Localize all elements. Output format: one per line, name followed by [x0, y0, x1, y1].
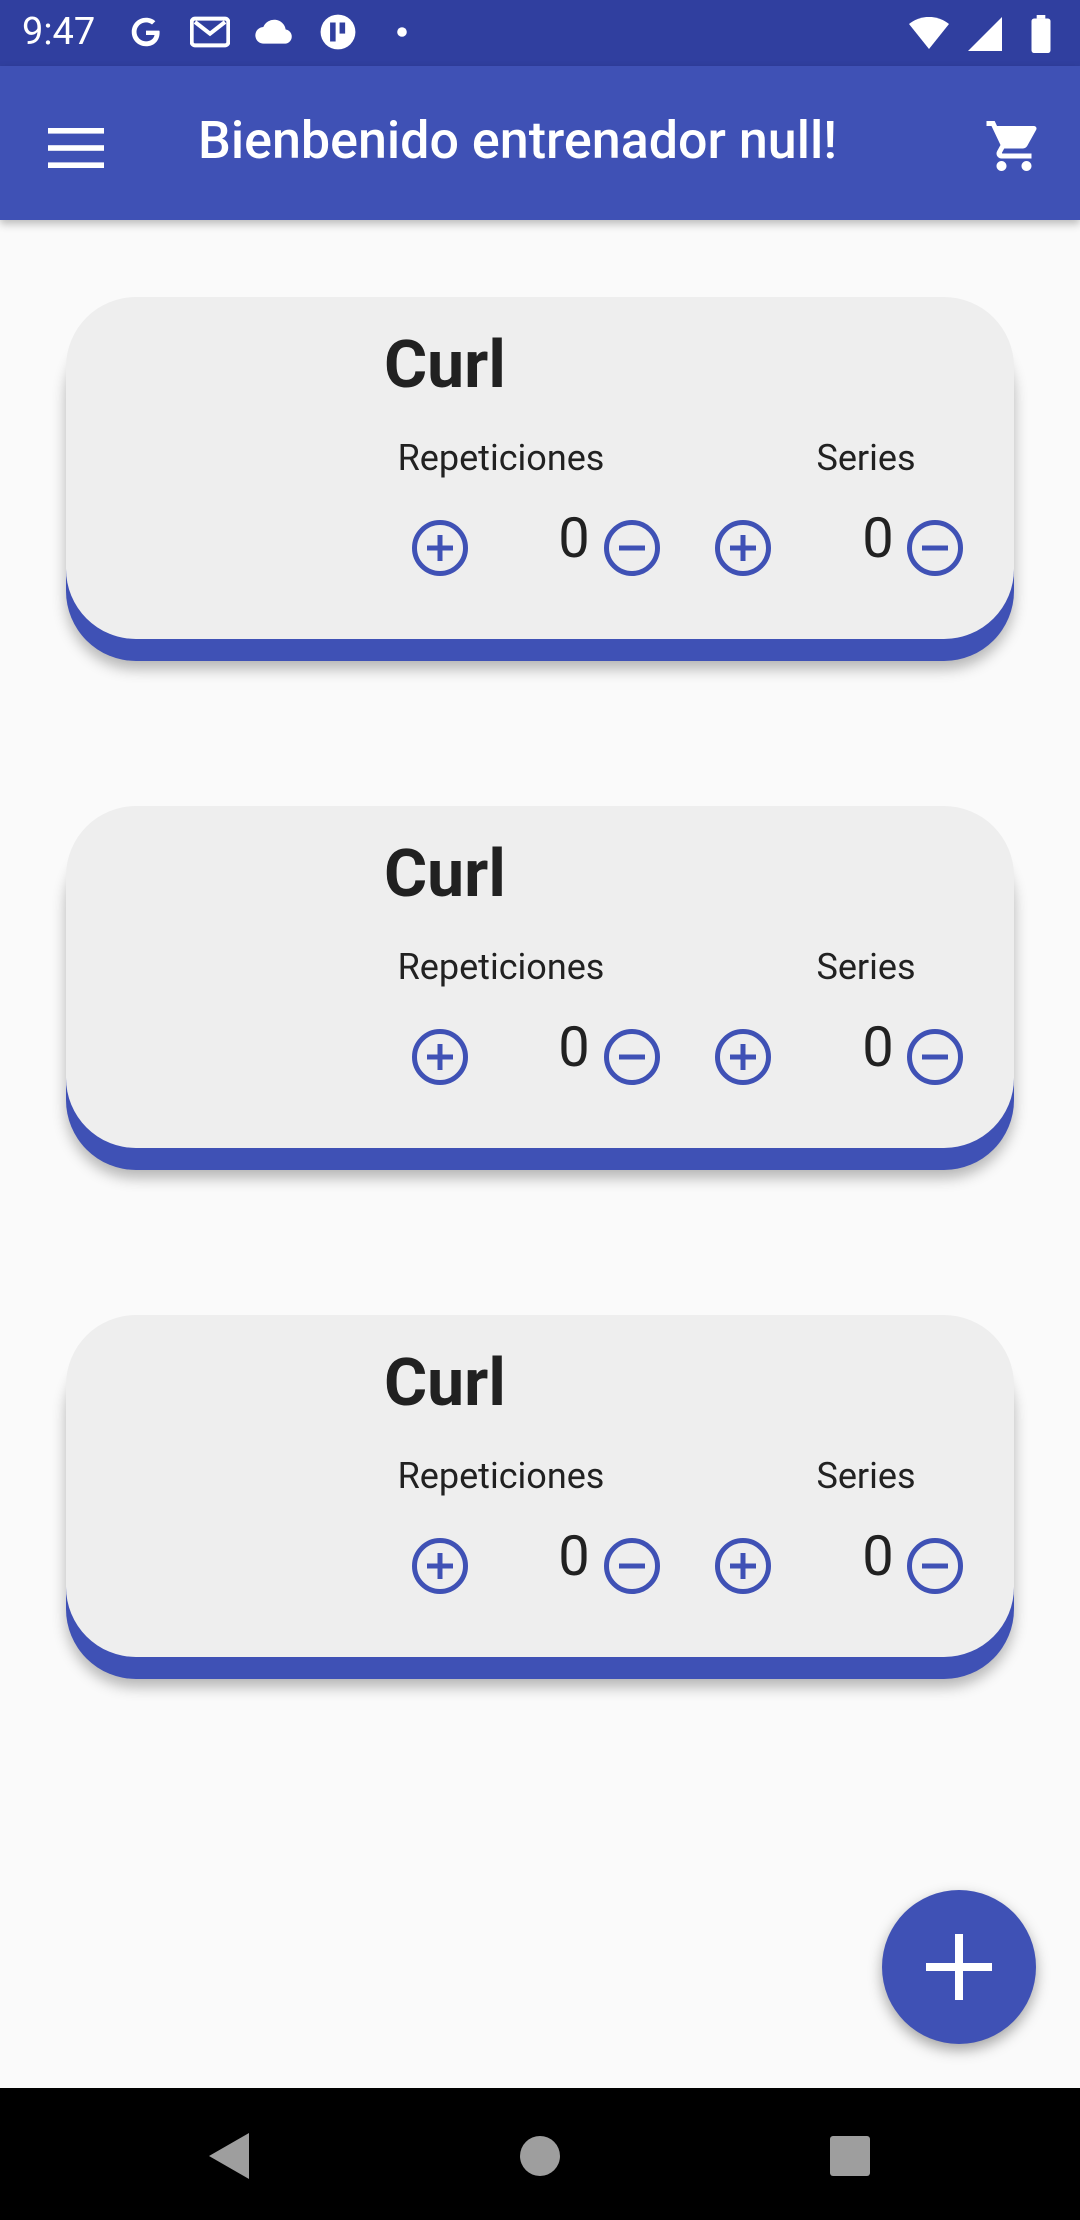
repeticiones-label: Repeticiones [397, 437, 605, 479]
cart-icon [986, 121, 1037, 171]
exercise-card: Curl Repeticiones Series 0 0 [66, 297, 1014, 661]
increase-repeticiones-button[interactable] [411, 1028, 469, 1086]
back-button[interactable] [200, 2128, 256, 2184]
signal-icon [964, 14, 1006, 54]
add-exercise-button[interactable] [882, 1890, 1036, 2044]
app-icon [317, 12, 359, 52]
status-bar: 9:47 [0, 0, 1080, 66]
decrease-series-button[interactable] [906, 519, 964, 577]
gmail-icon [189, 12, 231, 52]
increase-series-button[interactable] [714, 519, 772, 577]
increase-series-button[interactable] [714, 1537, 772, 1595]
series-label: Series [816, 1455, 916, 1497]
card-body: Curl Repeticiones Series 0 0 [66, 1315, 1014, 1657]
card-body: Curl Repeticiones Series 0 0 [66, 806, 1014, 1148]
decrease-repeticiones-button[interactable] [603, 1537, 661, 1595]
menu-button[interactable] [40, 112, 112, 184]
series-label: Series [816, 437, 916, 479]
system-nav-bar [0, 2088, 1080, 2220]
home-button[interactable] [512, 2128, 568, 2184]
exercise-card: Curl Repeticiones Series 0 0 [66, 1315, 1014, 1679]
increase-repeticiones-button[interactable] [411, 1537, 469, 1595]
recents-icon [830, 2136, 870, 2176]
series-label: Series [816, 946, 916, 988]
repeticiones-value: 0 [558, 1014, 590, 1080]
repeticiones-value: 0 [558, 1523, 590, 1589]
status-time: 9:47 [22, 10, 96, 54]
cloud-icon [253, 12, 295, 52]
increase-repeticiones-button[interactable] [411, 519, 469, 577]
cart-button[interactable] [978, 110, 1050, 182]
card-body: Curl Repeticiones Series 0 0 [66, 297, 1014, 639]
battery-icon [1020, 14, 1062, 54]
exercise-card: Curl Repeticiones Series 0 0 [66, 806, 1014, 1170]
increase-series-button[interactable] [714, 1028, 772, 1086]
repeticiones-label: Repeticiones [397, 946, 605, 988]
menu-icon [48, 128, 104, 168]
app-bar: Bienbenido entrenador null! [0, 66, 1080, 220]
wifi-icon [908, 14, 950, 54]
decrease-repeticiones-button[interactable] [603, 519, 661, 577]
status-notification-icons [125, 12, 423, 52]
page-title: Bienbenido entrenador null! [198, 110, 837, 171]
dot-icon [381, 12, 423, 52]
home-icon [520, 2136, 560, 2176]
decrease-series-button[interactable] [906, 1537, 964, 1595]
exercise-title: Curl [384, 1345, 506, 1422]
plus-icon [926, 1934, 992, 2000]
exercise-title: Curl [384, 327, 506, 404]
status-system-icons [908, 14, 1062, 54]
repeticiones-label: Repeticiones [397, 1455, 605, 1497]
exercise-title: Curl [384, 836, 506, 913]
back-icon [209, 2133, 249, 2179]
decrease-series-button[interactable] [906, 1028, 964, 1086]
decrease-repeticiones-button[interactable] [603, 1028, 661, 1086]
google-icon [125, 12, 167, 52]
recents-button[interactable] [822, 2128, 878, 2184]
repeticiones-value: 0 [558, 505, 590, 571]
